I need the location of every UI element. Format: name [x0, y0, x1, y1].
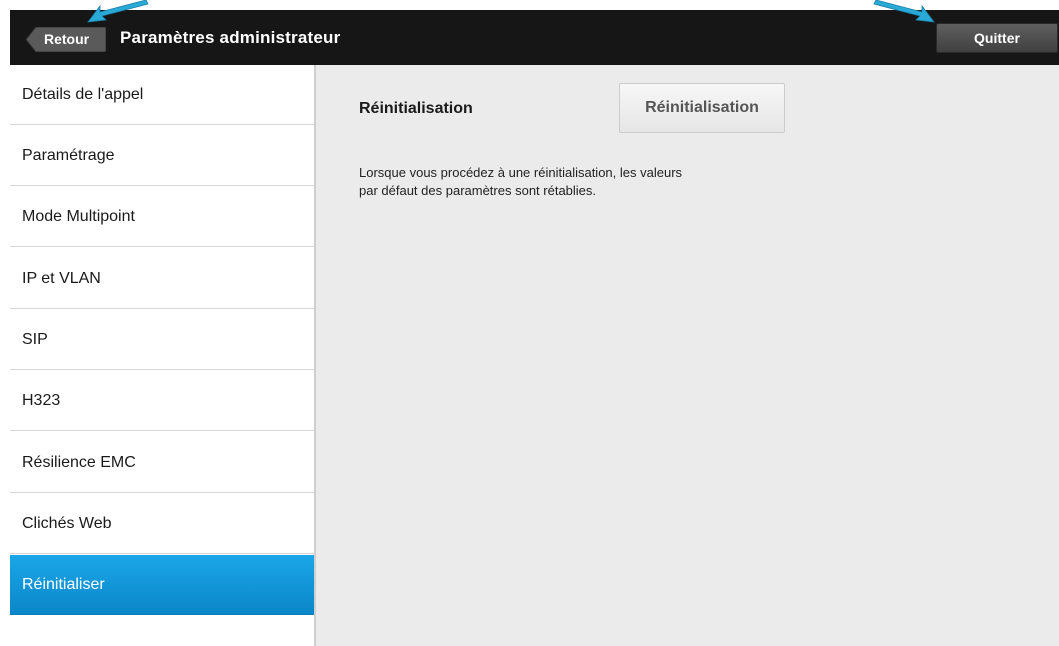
- sidebar-item-reset[interactable]: Réinitialiser: [10, 555, 314, 615]
- top-bar: Retour Paramètres administrateur Quitter: [10, 10, 1059, 65]
- sidebar-item-sip[interactable]: SIP: [10, 310, 314, 370]
- sidebar-item-label: H323: [22, 391, 61, 409]
- sidebar-item-label: Clichés Web: [22, 514, 112, 532]
- sidebar-item-web-snapshots[interactable]: Clichés Web: [10, 494, 314, 554]
- sidebar-item-ip-vlan[interactable]: IP et VLAN: [10, 249, 314, 309]
- reset-button[interactable]: Réinitialisation: [619, 83, 785, 133]
- sidebar-item-label: Réinitialiser: [22, 575, 105, 593]
- sidebar-item-label: Paramétrage: [22, 146, 115, 164]
- description-line-1: Lorsque vous procédez à une réinitialisa…: [359, 165, 683, 180]
- sidebar: Détails de l'appel Paramétrage Mode Mult…: [10, 65, 316, 646]
- page-title: Paramètres administrateur: [120, 28, 341, 47]
- reset-section-label: Réinitialisation: [359, 100, 473, 117]
- sidebar-item-h323[interactable]: H323: [10, 371, 314, 431]
- sidebar-item-label: SIP: [22, 330, 48, 348]
- description-line-2: par défaut des paramètres sont rétablies…: [359, 183, 597, 198]
- sidebar-item-label: Résilience EMC: [22, 453, 136, 471]
- sidebar-item-label: Mode Multipoint: [22, 207, 135, 225]
- sidebar-item-multipoint-mode[interactable]: Mode Multipoint: [10, 187, 314, 247]
- sidebar-item-empty: [10, 616, 314, 646]
- reset-description: Lorsque vous procédez à une réinitialisa…: [359, 164, 789, 200]
- quit-button[interactable]: Quitter: [936, 23, 1058, 53]
- sidebar-item-label: Détails de l'appel: [22, 85, 144, 103]
- back-button-label: Retour: [44, 31, 90, 47]
- app-frame: Retour Paramètres administrateur Quitter…: [10, 10, 1059, 646]
- back-button[interactable]: Retour: [26, 27, 106, 52]
- sidebar-item-setup[interactable]: Paramétrage: [10, 126, 314, 186]
- sidebar-item-emc-resilience[interactable]: Résilience EMC: [10, 433, 314, 493]
- sidebar-item-label: IP et VLAN: [22, 269, 101, 287]
- sidebar-item-call-details[interactable]: Détails de l'appel: [10, 65, 314, 125]
